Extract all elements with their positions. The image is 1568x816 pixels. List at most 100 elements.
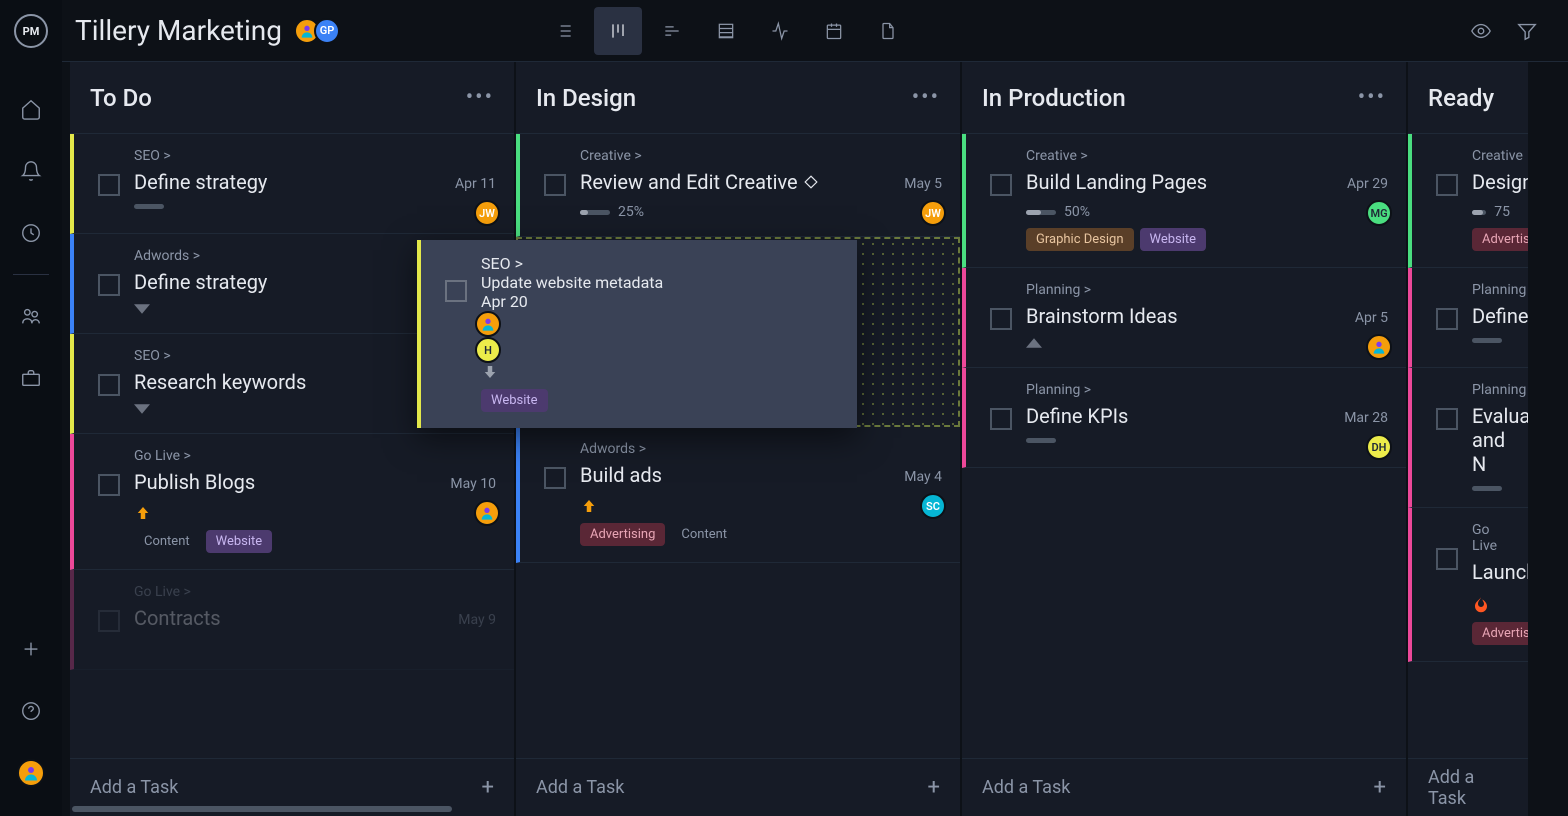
task-card[interactable]: Planning Evalua and N	[1408, 368, 1528, 508]
task-date: Apr 5	[1355, 310, 1388, 326]
add-task-label: Add a Task	[1428, 767, 1508, 809]
column-title: To Do	[90, 84, 152, 112]
task-title: Design	[1472, 170, 1510, 194]
bell-icon[interactable]	[10, 150, 52, 192]
home-icon[interactable]	[10, 88, 52, 130]
task-title: Define KPIs	[1026, 404, 1388, 428]
chevron-down-icon[interactable]	[134, 404, 150, 414]
task-title: Define	[1472, 304, 1510, 328]
progress-bar	[134, 204, 164, 209]
column-menu-icon[interactable]: •••	[466, 85, 494, 110]
task-card[interactable]: Creative >Build Landing PagesApr 29MG50%…	[962, 134, 1406, 268]
clock-icon[interactable]	[10, 212, 52, 254]
task-card[interactable]: Go Live >ContractsMay 9	[70, 570, 514, 670]
filter-icon[interactable]	[1516, 20, 1538, 42]
task-checkbox[interactable]	[98, 274, 120, 296]
task-category: SEO >	[481, 254, 839, 273]
task-title: Build Landing Pages	[1026, 170, 1388, 194]
column-header: In Design•••	[516, 62, 960, 134]
tag: Content	[671, 523, 737, 546]
task-card[interactable]: Planning Define	[1408, 268, 1528, 368]
task-checkbox[interactable]	[990, 408, 1012, 430]
topbar: Tillery Marketing GP	[0, 0, 1568, 62]
task-card[interactable]: Planning >Brainstorm IdeasApr 5	[962, 268, 1406, 368]
task-checkbox[interactable]	[98, 610, 120, 632]
progress-percent: 50%	[1064, 204, 1090, 220]
priority-down-icon	[481, 363, 839, 381]
task-title: Contracts	[134, 606, 496, 630]
horizontal-scrollbar[interactable]	[72, 806, 452, 812]
task-title: Brainstorm Ideas	[1026, 304, 1388, 328]
add-task-button[interactable]: Add a Task+	[516, 758, 960, 816]
task-title: Publish Blogs	[134, 470, 496, 494]
sidebar-divider	[13, 274, 49, 275]
task-checkbox[interactable]	[1436, 408, 1458, 430]
column-menu-icon[interactable]: •••	[1358, 85, 1386, 110]
list-view-icon[interactable]	[540, 7, 588, 55]
dragging-card[interactable]: SEO > Update website metadata Apr 20 H W…	[417, 240, 857, 428]
board-column: To Do•••SEO >Define strategyApr 11JWAdwo…	[70, 62, 514, 816]
board-view-icon[interactable]	[594, 7, 642, 55]
add-icon[interactable]	[10, 628, 52, 670]
task-category: Go Live	[1472, 522, 1510, 554]
task-checkbox[interactable]	[990, 308, 1012, 330]
task-checkbox[interactable]	[98, 374, 120, 396]
task-card[interactable]: Go LiveLaunchAdvertis	[1408, 508, 1528, 662]
task-category: Go Live >	[134, 448, 496, 464]
tag: Content	[134, 530, 200, 553]
activity-view-icon[interactable]	[756, 7, 804, 55]
task-checkbox[interactable]	[1436, 174, 1458, 196]
task-category: Planning >	[1026, 382, 1388, 398]
task-card[interactable]: Planning >Define KPIsMar 28DH	[962, 368, 1406, 468]
progress-bar	[1026, 438, 1056, 443]
calendar-view-icon[interactable]	[810, 7, 858, 55]
task-card[interactable]: Creative >Review and Edit CreativeMay 5J…	[516, 134, 960, 237]
files-view-icon[interactable]	[864, 7, 912, 55]
project-title: Tillery Marketing	[75, 14, 282, 47]
project-members[interactable]: GP	[300, 18, 340, 44]
task-checkbox[interactable]	[544, 174, 566, 196]
avatar: SC	[920, 493, 946, 519]
briefcase-icon[interactable]	[10, 357, 52, 399]
chevron-up-icon[interactable]	[1026, 338, 1042, 348]
table-view-icon[interactable]	[702, 7, 750, 55]
column-cards: CreativeDesign75AdvertisPlanningDefinePl…	[1408, 134, 1528, 758]
gantt-view-icon[interactable]	[648, 7, 696, 55]
user-avatar-icon[interactable]	[10, 752, 52, 794]
task-checkbox[interactable]	[445, 280, 467, 302]
plus-icon: +	[1374, 775, 1386, 800]
task-checkbox[interactable]	[1436, 308, 1458, 330]
column-cards: SEO >Define strategyApr 11JWAdwords >Def…	[70, 134, 514, 758]
task-title: Evalua and N	[1472, 404, 1510, 476]
task-category: Planning	[1472, 282, 1510, 298]
task-checkbox[interactable]	[544, 467, 566, 489]
task-checkbox[interactable]	[98, 174, 120, 196]
task-avatars: DH	[1372, 434, 1392, 460]
add-task-button[interactable]: Add a Task+	[962, 758, 1406, 816]
task-card[interactable]: SEO >Define strategyApr 11JW	[70, 134, 514, 234]
task-card[interactable]: Adwords >Build adsMay 4SCAdvertisingCont…	[516, 427, 960, 563]
task-title: Review and Edit Creative	[580, 170, 942, 194]
flame-icon	[1472, 594, 1490, 614]
visibility-icon[interactable]	[1470, 20, 1492, 42]
task-category: SEO >	[134, 148, 496, 164]
column-header: To Do •••	[70, 62, 514, 134]
task-card[interactable]: CreativeDesign75Advertis	[1408, 134, 1528, 268]
add-task-button[interactable]: Add a Task	[1408, 758, 1528, 816]
help-icon[interactable]	[10, 690, 52, 732]
task-checkbox[interactable]	[990, 174, 1012, 196]
task-category: Creative >	[1026, 148, 1388, 164]
chevron-down-icon[interactable]	[134, 304, 150, 314]
task-avatars: JW	[480, 200, 500, 226]
task-date: May 9	[458, 612, 496, 628]
column-menu-icon[interactable]: •••	[912, 85, 940, 110]
task-checkbox[interactable]	[98, 474, 120, 496]
task-date: Apr 29	[1347, 176, 1388, 192]
task-date: Apr 11	[455, 176, 496, 192]
task-card[interactable]: Go Live >Publish BlogsMay 10ContentWebsi…	[70, 434, 514, 570]
board-column: ReadyCreativeDesign75AdvertisPlanningDef…	[1408, 62, 1528, 816]
task-category: Planning	[1472, 382, 1510, 398]
app-logo[interactable]: PM	[14, 14, 48, 48]
team-icon[interactable]	[10, 295, 52, 337]
task-checkbox[interactable]	[1436, 548, 1458, 570]
